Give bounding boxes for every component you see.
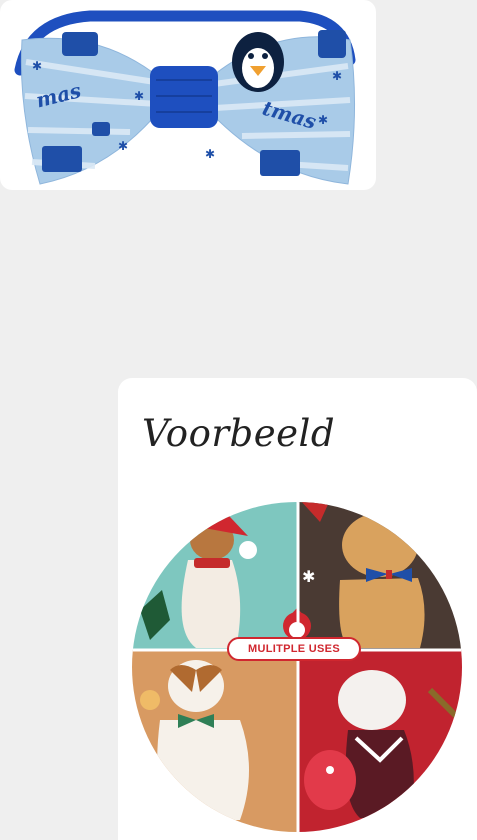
svg-text:✱: ✱ <box>205 147 215 161</box>
svg-text:✱: ✱ <box>332 69 342 83</box>
page-title: Voorbeeld <box>141 412 336 455</box>
svg-text:✱: ✱ <box>134 89 144 103</box>
svg-text:✱: ✱ <box>32 59 42 73</box>
svg-text:✱: ✱ <box>118 139 128 153</box>
bow-tie-image: ✱ ✱ ✱ ✱ ✱ ✱ mas tmas <box>14 10 356 185</box>
penguin-icon <box>232 32 284 92</box>
product-image-card: ✱ ✱ ✱ ✱ ✱ ✱ mas tmas <box>0 0 376 190</box>
multiple-uses-banner-text: MULITPLE USES <box>248 643 340 655</box>
svg-text:✱: ✱ <box>318 113 328 127</box>
